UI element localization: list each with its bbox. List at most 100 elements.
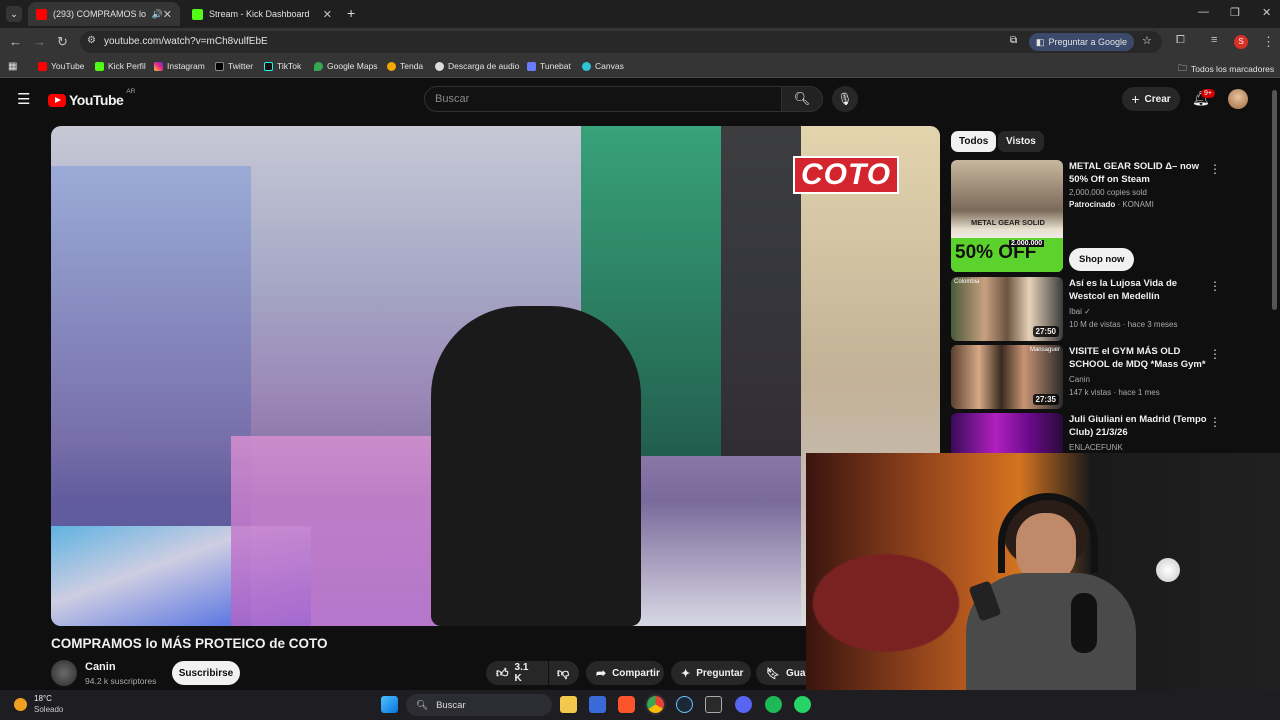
- recommended-video[interactable]: Colombia 27:50 Así es la Lujosa Vida de …: [951, 277, 1251, 341]
- more-options-icon[interactable]: ⋮: [1209, 162, 1221, 176]
- card-channel[interactable]: Canin: [1069, 375, 1090, 384]
- minimize-icon[interactable]: —: [1198, 6, 1209, 18]
- page-scrollbar[interactable]: [1272, 90, 1277, 310]
- taskbar-search[interactable]: 🔍︎ Buscar: [406, 694, 552, 716]
- advertiser: · KONAMI: [1115, 200, 1154, 209]
- all-bookmarks[interactable]: 🗀 Todos los marcadores: [1178, 61, 1274, 77]
- bookmark-descarga-audio[interactable]: Descarga de audio: [435, 61, 519, 71]
- search-input[interactable]: Buscar: [424, 86, 782, 112]
- like-button[interactable]: 👍︎ 3.1 K: [486, 661, 548, 685]
- sun-icon[interactable]: [14, 698, 27, 711]
- search-button[interactable]: 🔍︎: [781, 86, 823, 112]
- bookmark-canvas[interactable]: Canvas: [582, 61, 624, 71]
- chip-todos[interactable]: Todos: [951, 131, 997, 152]
- restore-icon[interactable]: ❐: [1230, 6, 1240, 19]
- sponsored-card[interactable]: METAL GEAR SOLID 50% OFF 2.000.000 METAL…: [951, 160, 1251, 272]
- channel-avatar[interactable]: [51, 660, 77, 686]
- back-icon[interactable]: ←: [9, 34, 22, 49]
- account-avatar[interactable]: [1228, 89, 1248, 109]
- ad-thumbnail[interactable]: METAL GEAR SOLID 50% OFF 2.000.000: [951, 160, 1063, 272]
- forward-icon[interactable]: →: [33, 34, 46, 49]
- brave-icon[interactable]: [618, 696, 635, 713]
- microsoft-store-icon[interactable]: [589, 696, 606, 713]
- card-title[interactable]: METAL GEAR SOLID Δ– now 50% Off on Steam: [1069, 160, 1209, 186]
- profile-avatar[interactable]: S: [1234, 35, 1248, 49]
- ask-google-button[interactable]: ◧ Preguntar a Google: [1028, 33, 1134, 51]
- bookmark-kick[interactable]: Kick Perfil: [95, 61, 146, 71]
- windows-start-icon[interactable]: [381, 696, 398, 713]
- weather-temperature[interactable]: 18°C: [34, 694, 52, 703]
- close-icon[interactable]: ✕: [323, 8, 332, 21]
- video-thumbnail[interactable]: [951, 413, 1063, 453]
- coto-logo: COTO: [793, 156, 900, 194]
- bookmark-tiktok[interactable]: TikTok: [264, 61, 301, 71]
- region-code: AR: [126, 88, 136, 95]
- bookmark-tunebat[interactable]: Tunebat: [527, 61, 571, 71]
- whatsapp-icon[interactable]: [794, 696, 811, 713]
- card-title[interactable]: Juli Giuliani en Madrid (Tempo Club) 21/…: [1069, 413, 1209, 439]
- close-icon[interactable]: ✕: [163, 8, 172, 21]
- subscribe-button[interactable]: Suscribirse: [172, 661, 240, 685]
- duration-badge: 27:50: [1032, 326, 1059, 337]
- reload-icon[interactable]: ↻: [57, 34, 68, 50]
- tiktok-icon: [264, 61, 273, 71]
- bookmark-label: Descarga de audio: [448, 61, 520, 71]
- site-info-icon[interactable]: ⚙: [87, 35, 96, 46]
- address-bar[interactable]: ⚙ youtube.com/watch?v=mCh8vulfEbE ⧉ ◧ Pr…: [80, 31, 1162, 53]
- new-tab-button[interactable]: +: [347, 5, 355, 21]
- card-channel[interactable]: Ibai ✓: [1069, 307, 1091, 316]
- discord-icon[interactable]: [735, 696, 752, 713]
- video-thumbnail[interactable]: Colombia 27:50: [951, 277, 1063, 341]
- recommended-video[interactable]: Mansaguer 27:35 VISITE el GYM MÁS OLD SC…: [951, 345, 1251, 409]
- more-options-icon[interactable]: ⋮: [1209, 347, 1221, 361]
- youtube-logo-icon: [48, 93, 66, 107]
- tab-search-button[interactable]: ⌄: [6, 6, 22, 22]
- apps-icon[interactable]: ▦: [8, 61, 17, 72]
- bookmark-twitter[interactable]: Twitter: [215, 61, 253, 71]
- save-button[interactable]: 🔖︎ Guardar: [756, 661, 806, 685]
- bookmark-label: Instagram: [167, 61, 205, 71]
- steam-icon[interactable]: [676, 696, 693, 713]
- bookmark-star-icon[interactable]: ☆: [1142, 34, 1152, 47]
- card-title[interactable]: VISITE el GYM MÁS OLD SCHOOL de MDQ *Mas…: [1069, 345, 1209, 371]
- bookmark-instagram[interactable]: Instagram: [154, 61, 205, 71]
- shop-now-button[interactable]: Shop now: [1069, 248, 1135, 271]
- ask-button[interactable]: ✦ Preguntar: [671, 661, 751, 685]
- url-text[interactable]: youtube.com/watch?v=mCh8vulfEbE: [104, 36, 268, 47]
- bookmark-google-maps[interactable]: Google Maps: [314, 61, 378, 71]
- kick-icon: [95, 61, 104, 71]
- card-channel[interactable]: ENLACEFUNK: [1069, 443, 1123, 452]
- tab-youtube[interactable]: (293) COMPRAMOS lo MÁS 🔊 ✕: [28, 2, 180, 26]
- video-thumbnail[interactable]: Mansaguer 27:35: [951, 345, 1063, 409]
- bookmark-youtube[interactable]: YouTube: [38, 61, 84, 71]
- epic-games-icon[interactable]: [705, 696, 722, 713]
- channel-name[interactable]: Canin: [85, 661, 116, 673]
- create-button[interactable]: + Crear: [1122, 87, 1180, 111]
- install-app-icon[interactable]: ⧉: [1010, 35, 1017, 46]
- recommended-video[interactable]: Juli Giuliani en Madrid (Tempo Club) 21/…: [951, 413, 1251, 453]
- voice-search-button[interactable]: 🎙︎: [832, 86, 858, 112]
- bookmark-tenda[interactable]: Tenda: [387, 61, 423, 71]
- file-explorer-icon[interactable]: [560, 696, 577, 713]
- more-options-icon[interactable]: ⋮: [1209, 415, 1221, 429]
- bookmark-label: Twitter: [228, 61, 254, 71]
- tab-kick-dashboard[interactable]: Stream - Kick Dashboard ✕: [184, 2, 340, 26]
- share-button[interactable]: ➦ Compartir: [586, 661, 664, 685]
- tab-title: Stream - Kick Dashboard: [209, 9, 310, 19]
- kick-icon: [192, 8, 203, 20]
- card-title[interactable]: Así es la Lujosa Vida de Westcol en Mede…: [1069, 277, 1209, 303]
- window-close-icon[interactable]: ✕: [1262, 6, 1271, 19]
- hamburger-menu-icon[interactable]: ☰: [17, 90, 30, 108]
- chip-vistos[interactable]: Vistos: [998, 131, 1044, 152]
- media-icon[interactable]: ≡: [1211, 34, 1217, 46]
- speaker-icon[interactable]: 🔊: [152, 9, 163, 20]
- card-meta: 10 M de vistas · hace 3 meses: [1069, 320, 1178, 329]
- extensions-icon[interactable]: ⧠: [1176, 34, 1185, 47]
- chrome-icon[interactable]: [647, 696, 664, 713]
- menu-icon[interactable]: ⋮: [1262, 34, 1275, 50]
- spotify-icon[interactable]: [765, 696, 782, 713]
- more-options-icon[interactable]: ⋮: [1209, 279, 1221, 293]
- youtube-logo[interactable]: YouTube AR: [48, 88, 135, 108]
- dislike-button[interactable]: 👎︎: [549, 661, 579, 685]
- bookmarks-bar: ▦ YouTube Kick Perfil Instagram Twitter …: [0, 56, 1280, 78]
